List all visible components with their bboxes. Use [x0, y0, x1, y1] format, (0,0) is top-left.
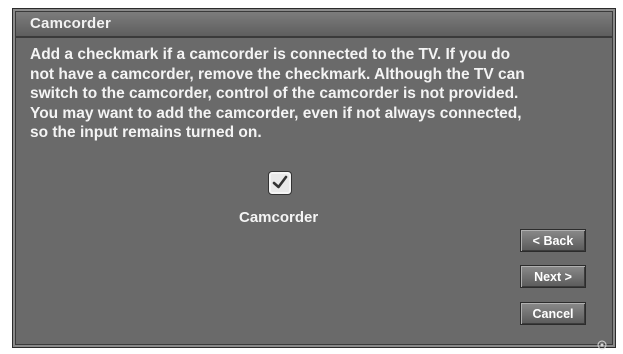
camcorder-checkbox[interactable]: [269, 172, 291, 194]
cancel-button[interactable]: Cancel: [520, 302, 586, 325]
back-button[interactable]: < Back: [520, 229, 586, 252]
next-button[interactable]: Next >: [520, 265, 586, 288]
dialog-title: Camcorder: [30, 15, 111, 32]
camcorder-checkbox-label[interactable]: Camcorder: [239, 209, 329, 226]
tv-screen: Camcorder Add a checkmark if a camcorder…: [0, 0, 623, 354]
instruction-text: Add a checkmark if a camcorder is connec…: [30, 46, 525, 141]
registered-icon: [597, 340, 607, 350]
checkmark-icon: [272, 175, 288, 189]
dialog-titlebar: Camcorder: [16, 12, 612, 38]
camcorder-setup-dialog: Camcorder Add a checkmark if a camcorder…: [12, 8, 616, 348]
